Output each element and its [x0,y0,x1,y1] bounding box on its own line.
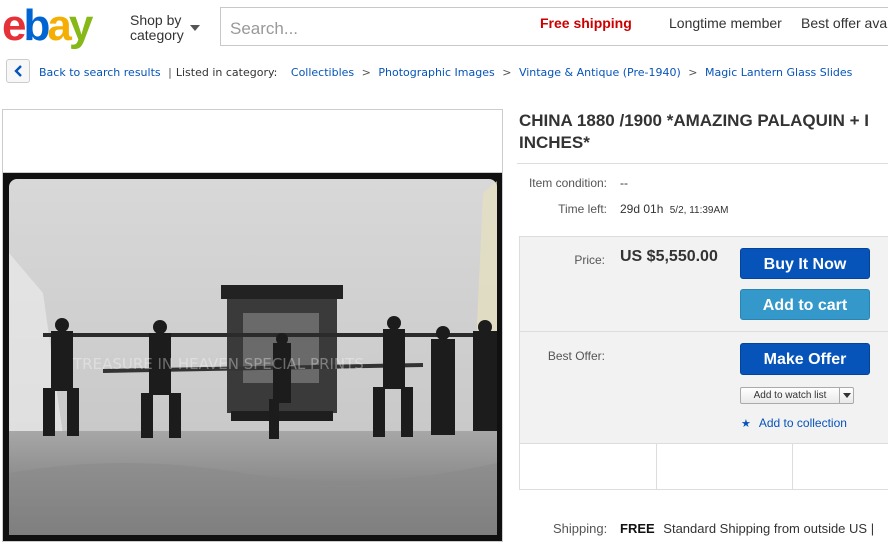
shipping-value: FREE Standard Shipping from outside US | [620,521,874,536]
listing-title: CHINA 1880 /1900 *AMAZING PALAQUIN + I I… [519,110,888,154]
listing-title-line1: CHINA 1880 /1900 *AMAZING PALAQUIN + I [519,111,870,130]
breadcrumb-separator: > [502,66,512,79]
back-button[interactable] [6,59,30,83]
free-shipping-badge: Free shipping [540,15,632,31]
breadcrumb-photographic-images[interactable]: Photographic Images [378,66,494,79]
logo-letter-y: y [69,2,94,50]
buy-it-now-button[interactable]: Buy It Now [740,248,870,279]
time-left-label: Time left: [558,202,607,216]
condition-label: Item condition: [528,176,607,190]
listed-in-label: Listed in category: [175,66,278,79]
price-value: US $5,550.00 [620,248,718,265]
purchase-box-divider [519,331,888,332]
breadcrumb-divider: | [168,66,172,79]
item-photo[interactable]: TREASURE IN HEAVEN SPECIAL PRINTS [2,172,503,542]
breadcrumb-collectibles[interactable]: Collectibles [291,66,354,79]
shipping-label: Shipping: [553,521,608,536]
shop-by-line2: category [130,27,184,43]
logo-letter-b: b [23,2,49,50]
time-left-value: 29d 01h [620,202,664,216]
time-left-detail: 5/2, 11:39AM [669,205,729,216]
best-offer-badge: Best offer ava [801,15,888,31]
condition-value: -- [620,176,628,190]
search-placeholder: Search... [230,19,299,38]
badge-divider [792,444,793,489]
watch-list-dropdown[interactable] [839,388,853,403]
chevron-down-icon [190,25,200,31]
caret-down-icon [843,393,851,398]
add-to-watch-list-button[interactable]: Add to watch list [740,387,854,404]
badges-strip [520,443,888,489]
add-to-collection-label: Add to collection [758,416,847,430]
watch-list-label: Add to watch list [753,390,827,401]
price-label: Price: [574,253,605,267]
add-to-cart-button[interactable]: Add to cart [740,289,870,320]
shop-by-line1: Shop by [130,12,182,28]
breadcrumb-separator: > [361,66,371,79]
svg-text:ebay: ebay [2,2,94,50]
ebay-logo[interactable]: ebay [2,1,120,52]
star-icon: ★ [741,418,751,430]
add-to-collection-link[interactable]: ★ Add to collection [741,416,847,430]
breadcrumb: Back to search results | Listed in catego… [39,66,852,79]
badge-divider [656,444,657,489]
make-offer-button[interactable]: Make Offer [740,343,870,375]
breadcrumb-separator: > [688,66,698,79]
listing-title-line2: INCHES* [519,133,590,152]
shipping-detail: Standard Shipping from outside US | [663,521,875,536]
shipping-free: FREE [620,521,655,536]
image-panel-top [2,109,503,172]
chevron-left-icon [14,65,22,77]
title-divider [517,163,888,164]
logo-letter-e: e [2,2,25,50]
breadcrumb-vintage-antique[interactable]: Vintage & Antique (Pre-1940) [519,66,681,79]
best-offer-label: Best Offer: [547,349,605,363]
back-to-search-link[interactable]: Back to search results [39,66,161,79]
shop-by-category-button[interactable]: Shop by category [130,12,200,43]
breadcrumb-magic-lantern[interactable]: Magic Lantern Glass Slides [705,66,852,79]
photo-watermark: TREASURE IN HEAVEN SPECIAL PRINTS [72,355,364,373]
longtime-member-badge: Longtime member [669,15,782,31]
